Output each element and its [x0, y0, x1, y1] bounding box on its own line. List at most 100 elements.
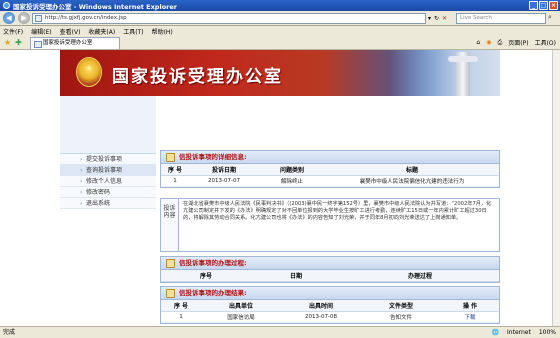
- back-button[interactable]: ◀: [3, 12, 15, 24]
- sidebar-menu: 提交投诉事项 查询投诉事项 修改个人信息 修改密码 退出系统: [60, 154, 156, 209]
- process-heading-text: 信投诉事项的办理过程:: [179, 259, 247, 267]
- home-icon[interactable]: ⌂: [476, 39, 480, 46]
- col-header: 日期: [251, 270, 341, 282]
- menu-favorites[interactable]: 收藏夹(A): [88, 27, 115, 36]
- detail-heading-text: 信投诉事项的详细信息:: [179, 153, 247, 161]
- main-panel: 信投诉事项的详细信息: 序 号 投诉日期 问题类别 标题 1 2013-07-0…: [160, 96, 500, 326]
- result-table: 序 号 出具单位 出具时间 文件类型 操 作 1 国家信访局 2013-07-0…: [161, 300, 499, 323]
- tab-current[interactable]: 国家投诉受理办公室: [29, 36, 120, 49]
- col-header: 出具时间: [281, 300, 361, 312]
- process-table: 序号 日期 办理过程: [161, 270, 499, 282]
- site-banner: 国家投诉受理办公室: [60, 50, 500, 96]
- table-header-row: 序 号 投诉日期 问题类别 标题: [161, 164, 499, 176]
- cell-no: 1: [161, 175, 189, 187]
- content-text: 在湖北省襄樊市中级人民法院《民事判决书》（(2003)襄中民一终字第152号）里…: [183, 201, 492, 221]
- status-bar: 完成 🌐 Internet 100%: [0, 326, 560, 338]
- result-heading: 信投诉事项的办理结果:: [161, 287, 499, 300]
- minimize-button[interactable]: _: [529, 1, 538, 10]
- sidebar-item-password[interactable]: 修改密码: [60, 187, 156, 198]
- tools-menu[interactable]: 工具(O): [535, 38, 556, 47]
- table-row: 1 国家信访局 2013-07-08 告知文件 下载: [161, 311, 499, 323]
- status-text: 完成: [3, 329, 16, 336]
- col-header: 序 号: [161, 164, 189, 176]
- page-content: 国家投诉受理办公室 提交投诉事项 查询投诉事项 修改个人信息 修改密码 退出系统…: [0, 50, 560, 326]
- close-button[interactable]: ×: [549, 1, 558, 10]
- col-header: 操 作: [441, 300, 499, 312]
- address-input[interactable]: http://ts.gjxfj.gov.cn/index.jsp: [32, 13, 426, 24]
- address-toolbar: ◀ ▶ http://ts.gjxfj.gov.cn/index.jsp ▾ ↻…: [0, 11, 560, 26]
- window-controls: _ □ ×: [529, 1, 558, 10]
- feeds-icon[interactable]: ◉: [486, 39, 491, 46]
- complaint-content-box: 投诉内容 在湖北省襄樊市中级人民法院《民事判决书》（(2003)襄中民一终字第1…: [160, 198, 500, 252]
- status-right: 🌐 Internet 100%: [492, 327, 556, 338]
- col-header: 序号: [161, 270, 251, 282]
- col-header: 标题: [325, 164, 499, 176]
- menu-tools[interactable]: 工具(T): [123, 27, 143, 36]
- print-icon[interactable]: ⎙: [497, 39, 502, 47]
- cell-unit: 国家信访局: [201, 311, 281, 323]
- table-header-row: 序 号 出具单位 出具时间 文件类型 操 作: [161, 300, 499, 312]
- process-panel: 信投诉事项的办理过程: 序号 日期 办理过程: [160, 256, 500, 283]
- process-heading: 信投诉事项的办理过程:: [161, 257, 499, 270]
- maximize-button[interactable]: □: [539, 1, 548, 10]
- sidebar-item-profile[interactable]: 修改个人信息: [60, 176, 156, 187]
- dropdown-icon[interactable]: ▾: [428, 15, 431, 22]
- book-icon: [166, 153, 175, 162]
- menu-file[interactable]: 文件(F): [3, 27, 23, 36]
- table-header-row: 序号 日期 办理过程: [161, 270, 499, 282]
- command-bar: ⌂ ◉ ⎙ 页面(P) 工具(O): [476, 38, 556, 48]
- banner-title: 国家投诉受理办公室: [112, 67, 283, 87]
- sidebar-header: [60, 96, 156, 154]
- cell-time: 2013-07-08: [281, 311, 361, 323]
- zoom-level[interactable]: 100%: [539, 327, 556, 338]
- sidebar-item-submit[interactable]: 提交投诉事项: [60, 154, 156, 165]
- internet-zone-icon: 🌐: [491, 329, 500, 336]
- window-titlebar: 国家投诉受理办公室 - Windows Internet Explorer _ …: [0, 0, 560, 11]
- page-menu[interactable]: 页面(P): [508, 38, 528, 47]
- download-link[interactable]: 下载: [441, 311, 499, 323]
- national-emblem-icon: [76, 57, 102, 87]
- add-favorites-icon[interactable]: ✚: [15, 38, 22, 47]
- huabiao-pillar-icon: [448, 52, 478, 96]
- detail-heading: 信投诉事项的详细信息:: [161, 151, 499, 164]
- tab-label: 国家投诉受理办公室: [42, 39, 93, 46]
- table-row: 1 2013-07-07 解除终止 襄樊市中级人民法院偏信化亢建的违法行为: [161, 175, 499, 187]
- result-heading-text: 信投诉事项的办理结果:: [179, 289, 247, 297]
- book-icon: [166, 259, 175, 268]
- zone-label: Internet: [507, 329, 531, 336]
- cell-type: 告知文件: [361, 311, 441, 323]
- detail-panel: 信投诉事项的详细信息: 序 号 投诉日期 问题类别 标题 1 2013-07-0…: [160, 150, 500, 188]
- menu-edit[interactable]: 编辑(E): [31, 27, 51, 36]
- col-header: 问题类别: [259, 164, 325, 176]
- ie-logo-icon: [3, 2, 10, 9]
- col-header: 出具单位: [201, 300, 281, 312]
- sidebar: 提交投诉事项 查询投诉事项 修改个人信息 修改密码 退出系统: [60, 96, 156, 326]
- result-panel: 信投诉事项的办理结果: 序 号 出具单位 出具时间 文件类型 操 作 1 国家信…: [160, 286, 500, 324]
- content-label: 投诉内容: [161, 199, 179, 251]
- menu-bar: 文件(F) 编辑(E) 查看(V) 收藏夹(A) 工具(T) 帮助(H): [0, 26, 560, 36]
- address-url: http://ts.gjxfj.gov.cn/index.jsp: [45, 15, 127, 21]
- refresh-icon[interactable]: ↻: [434, 15, 439, 22]
- forward-button[interactable]: ▶: [18, 12, 30, 24]
- page-icon: [35, 15, 42, 22]
- cell-date: 2013-07-07: [189, 175, 259, 187]
- cell-title: 襄樊市中级人民法院偏信化亢建的违法行为: [325, 175, 499, 187]
- sidebar-item-logout[interactable]: 退出系统: [60, 198, 156, 209]
- window-title: 国家投诉受理办公室 - Windows Internet Explorer: [13, 2, 177, 11]
- col-header: 序 号: [161, 300, 201, 312]
- sidebar-item-query[interactable]: 查询投诉事项: [60, 165, 156, 176]
- search-input[interactable]: Live Search: [456, 13, 546, 24]
- book-icon: [166, 289, 175, 298]
- menu-help[interactable]: 帮助(H): [152, 27, 173, 36]
- col-header: 文件类型: [361, 300, 441, 312]
- favorites-star-icon[interactable]: ★: [4, 38, 11, 47]
- address-actions: ▾ ↻ ✕: [428, 13, 452, 24]
- menu-view[interactable]: 查看(V): [60, 27, 81, 36]
- search-icon[interactable]: ⌕: [548, 13, 552, 22]
- stop-icon[interactable]: ✕: [442, 15, 447, 22]
- cell-category: 解除终止: [259, 175, 325, 187]
- detail-table: 序 号 投诉日期 问题类别 标题 1 2013-07-07 解除终止 襄樊市中级…: [161, 164, 499, 187]
- vertical-scrollbar[interactable]: [552, 50, 560, 326]
- col-header: 投诉日期: [189, 164, 259, 176]
- cell-no: 1: [161, 311, 201, 323]
